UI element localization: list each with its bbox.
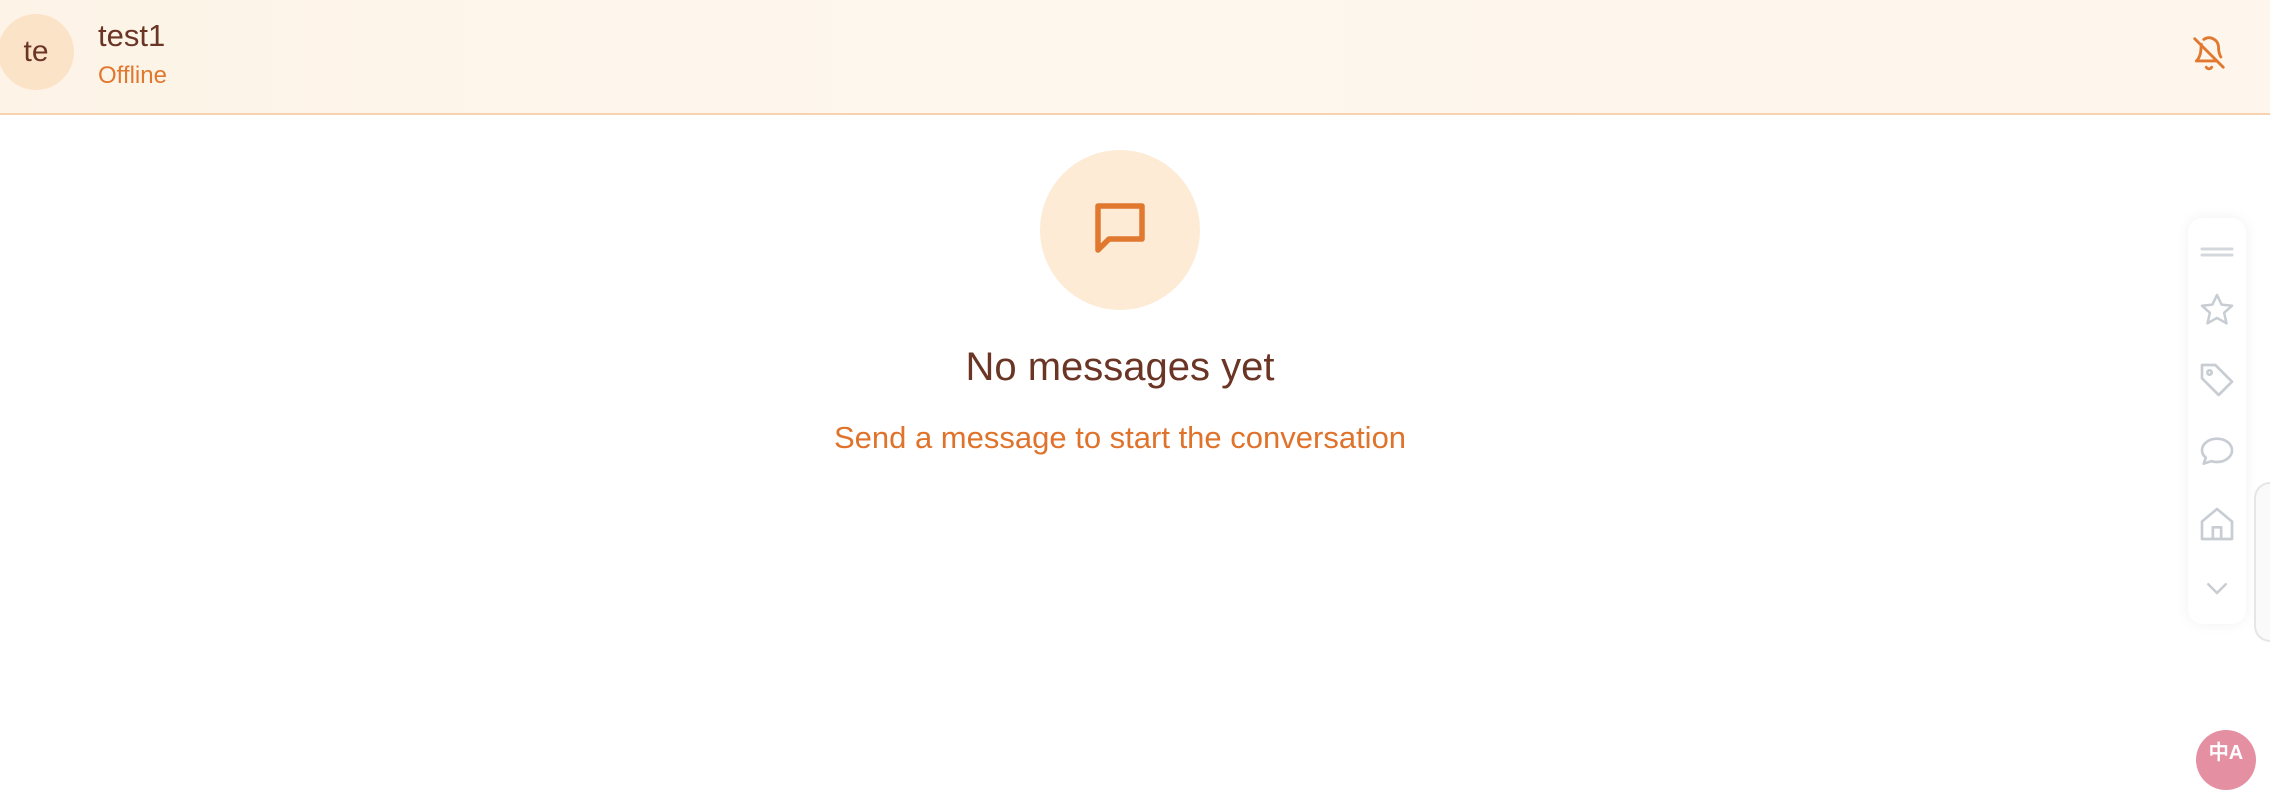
empty-state-subtitle: Send a message to start the conversation <box>833 420 1407 455</box>
message-square-icon <box>1087 195 1153 266</box>
right-floating-toolbar <box>2188 218 2246 624</box>
avatar[interactable]: te <box>0 14 74 90</box>
translate-label: 中A <box>2208 742 2244 764</box>
star-icon[interactable] <box>2188 284 2246 336</box>
side-panel-tab[interactable] <box>2254 482 2270 642</box>
contact-name: test1 <box>98 18 166 53</box>
avatar-initials: te <box>23 35 49 68</box>
translate-button[interactable]: 中A <box>2196 730 2256 790</box>
empty-state-title: No messages yet <box>965 345 1275 389</box>
drag-handle-icon[interactable] <box>2188 232 2246 272</box>
bell-off-icon[interactable] <box>2190 34 2228 72</box>
contact-status: Offline <box>98 62 167 89</box>
chat-bubble-icon[interactable] <box>2188 426 2246 478</box>
empty-state-icon-circle <box>1040 150 1200 310</box>
home-icon[interactable] <box>2188 498 2246 550</box>
chat-header: te test1 Offline <box>0 0 2270 115</box>
chevron-down-icon[interactable] <box>2188 568 2246 608</box>
tag-icon[interactable] <box>2188 354 2246 406</box>
